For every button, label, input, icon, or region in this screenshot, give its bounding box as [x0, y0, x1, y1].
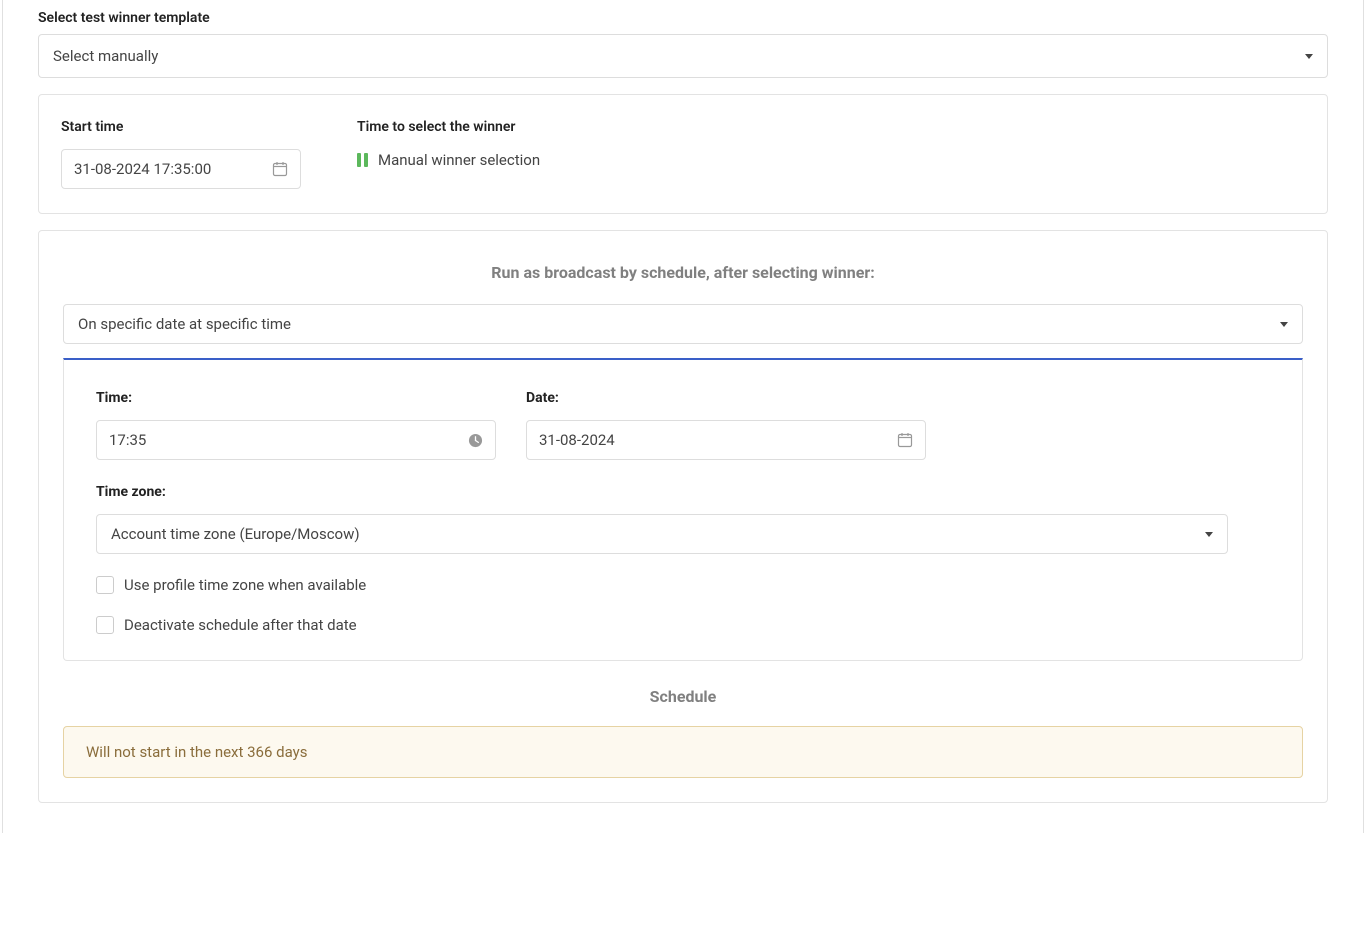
use-profile-tz-checkbox[interactable] — [96, 576, 114, 594]
use-profile-tz-label: Use profile time zone when available — [124, 576, 366, 594]
template-select-label: Select test winner template — [38, 10, 1328, 26]
date-input[interactable]: 31-08-2024 — [526, 420, 926, 460]
timezone-value: Account time zone (Europe/Moscow) — [111, 525, 360, 543]
winner-mode-text: Manual winner selection — [378, 151, 540, 169]
winner-time-label: Time to select the winner — [357, 119, 540, 135]
template-select[interactable]: Select manually — [38, 34, 1328, 78]
broadcast-heading: Run as broadcast by schedule, after sele… — [63, 263, 1303, 282]
chevron-down-icon — [1305, 54, 1313, 59]
calendar-icon — [272, 161, 288, 177]
start-time-value: 31-08-2024 17:35:00 — [74, 160, 211, 178]
calendar-icon — [897, 432, 913, 448]
chevron-down-icon — [1280, 322, 1288, 327]
schedule-type-value: On specific date at specific time — [78, 315, 291, 333]
clock-icon — [468, 433, 483, 448]
winner-mode-display: Manual winner selection — [357, 151, 540, 169]
timezone-select[interactable]: Account time zone (Europe/Moscow) — [96, 514, 1228, 554]
date-value: 31-08-2024 — [539, 431, 615, 449]
time-label: Time: — [96, 390, 496, 406]
deactivate-schedule-option[interactable]: Deactivate schedule after that date — [96, 616, 1270, 634]
chevron-down-icon — [1205, 532, 1213, 537]
schedule-panel: Time: 17:35 Date: — [63, 358, 1303, 661]
time-value: 17:35 — [109, 431, 146, 449]
deactivate-schedule-checkbox[interactable] — [96, 616, 114, 634]
timezone-label: Time zone: — [96, 484, 1270, 500]
start-time-label: Start time — [61, 119, 301, 135]
template-select-value: Select manually — [53, 47, 158, 65]
pause-icon — [357, 153, 368, 167]
start-time-input[interactable]: 31-08-2024 17:35:00 — [61, 149, 301, 189]
schedule-warning-text: Will not start in the next 366 days — [86, 743, 307, 761]
schedule-warning-alert: Will not start in the next 366 days — [63, 726, 1303, 778]
time-input[interactable]: 17:35 — [96, 420, 496, 460]
broadcast-card: Run as broadcast by schedule, after sele… — [38, 230, 1328, 803]
schedule-type-select[interactable]: On specific date at specific time — [63, 304, 1303, 344]
date-label: Date: — [526, 390, 926, 406]
schedule-section-title: Schedule — [63, 687, 1303, 706]
start-settings-card: Start time 31-08-2024 17:35:00 Time to s… — [38, 94, 1328, 214]
deactivate-schedule-label: Deactivate schedule after that date — [124, 616, 357, 634]
use-profile-tz-option[interactable]: Use profile time zone when available — [96, 576, 1270, 594]
